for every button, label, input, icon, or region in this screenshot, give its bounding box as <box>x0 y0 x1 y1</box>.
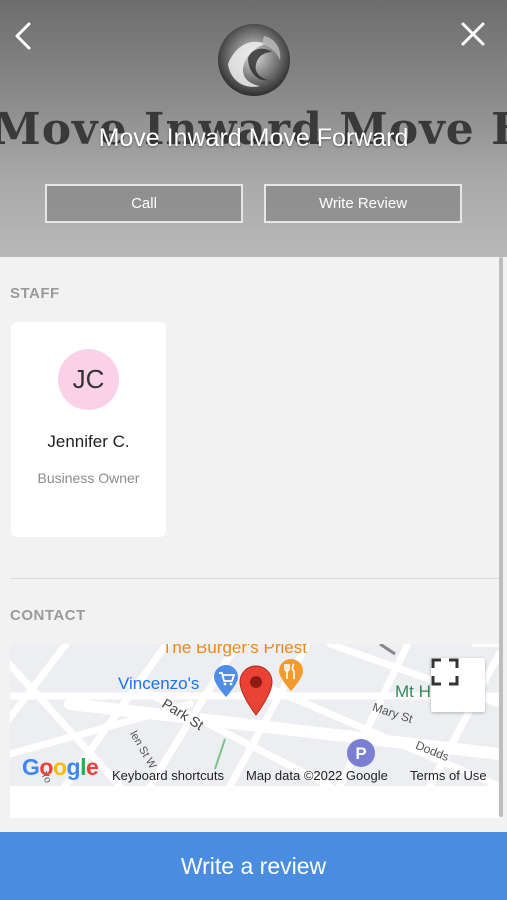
map-data-attribution: Map data ©2022 Google <box>246 768 388 783</box>
staff-section-label: STAFF <box>10 285 60 302</box>
restaurant-marker-icon[interactable] <box>277 658 305 692</box>
staff-card[interactable]: JC Jennifer C. Business Owner <box>11 322 166 537</box>
section-divider <box>10 578 499 579</box>
terms-of-use-link[interactable]: Terms of Use <box>410 768 487 783</box>
contact-section-label: CONTACT <box>10 607 86 624</box>
fullscreen-button[interactable] <box>431 658 485 712</box>
business-logo <box>218 24 290 96</box>
fullscreen-icon <box>431 658 459 686</box>
location-map[interactable]: The Burger's Priest Vincenzo's Mt Her Pa… <box>10 644 499 786</box>
location-pin-icon[interactable] <box>238 664 274 716</box>
parking-marker-icon[interactable]: P <box>346 738 376 768</box>
svg-text:P: P <box>355 744 366 763</box>
business-title: Move Inward Move Forward <box>98 124 409 152</box>
back-button[interactable] <box>8 18 38 54</box>
business-header: Move Inward Move Forward Move In <box>0 0 507 257</box>
chevron-left-icon <box>15 22 31 50</box>
staff-name: Jennifer C. <box>47 432 130 451</box>
scrollbar[interactable] <box>499 257 503 817</box>
map-label-burgers-priest: The Burger's Priest <box>162 644 307 657</box>
google-logo: Google <box>22 754 99 780</box>
staff-role: Business Owner <box>37 470 140 486</box>
write-review-button[interactable]: Write Review <box>264 184 462 223</box>
close-button[interactable] <box>457 18 489 50</box>
call-button[interactable]: Call <box>45 184 243 223</box>
map-label-vincenzos: Vincenzo's <box>118 674 200 693</box>
shopping-cart-marker-icon[interactable] <box>212 664 240 698</box>
map-card-footer <box>10 786 499 818</box>
avatar: JC <box>58 349 119 410</box>
write-a-review-button[interactable]: Write a review <box>0 832 507 900</box>
keyboard-shortcuts-link[interactable]: Keyboard shortcuts <box>112 768 224 783</box>
close-icon <box>461 22 485 46</box>
